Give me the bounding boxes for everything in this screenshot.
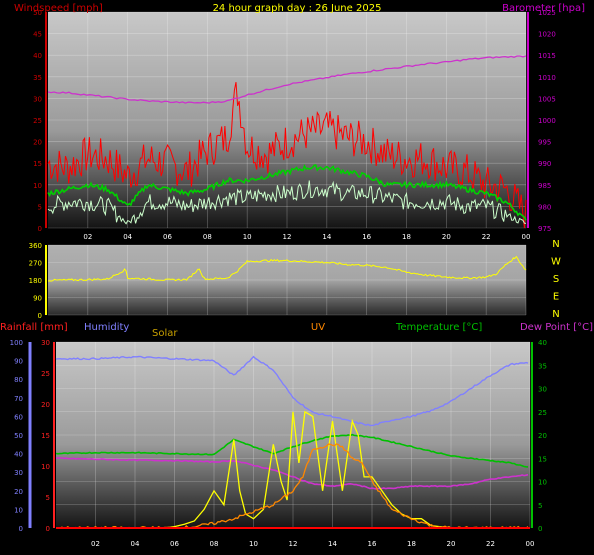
temperature-tick-label: 25 [538, 409, 547, 417]
wind-hour-label: 10 [243, 233, 252, 241]
humidity-tick-label: 20 [14, 488, 23, 496]
temp-hour-label: 20 [447, 540, 456, 548]
wind-tick-label: 35 [33, 74, 42, 82]
temp-hour-label: 12 [289, 540, 298, 548]
wind-hour-label: 08 [203, 233, 212, 241]
wind-axis-title: Windspeed [mph] [14, 3, 103, 14]
rainfall-axis-title: Rainfall [mm] [0, 322, 68, 333]
rainfall-tick-label: 15 [41, 432, 50, 440]
wind-hour-label: 02 [83, 233, 92, 241]
compass-label: S [553, 274, 559, 285]
humidity-tick-label: 0 [19, 525, 23, 533]
temp-hour-label: 16 [368, 540, 377, 548]
temp-hour-label: 00 [526, 540, 535, 548]
rainfall-tick-label: 20 [41, 401, 50, 409]
compass-label: E [553, 292, 559, 303]
humidity-tick-label: 70 [14, 395, 23, 403]
compass-label: W [551, 257, 561, 268]
wind-hour-label: 22 [482, 233, 491, 241]
solar-legend: Solar [152, 328, 178, 339]
direction-tick-label: 270 [29, 260, 42, 268]
wind-hour-label: 12 [283, 233, 292, 241]
rainfall-tick-label: 0 [46, 525, 50, 533]
temp-hour-label: 04 [131, 540, 140, 548]
temp-hour-label: 08 [210, 540, 219, 548]
wind-tick-label: 40 [33, 52, 42, 60]
rainfall-tick-label: 30 [41, 339, 50, 347]
barometer-tick-label: 990 [538, 160, 551, 168]
wind-tick-label: 15 [33, 160, 42, 168]
temperature-tick-label: 30 [538, 386, 547, 394]
barometer-tick-label: 975 [538, 225, 551, 233]
temperature-tick-label: 5 [538, 502, 542, 510]
barometer-tick-label: 1000 [538, 117, 556, 125]
humidity-tick-label: 100 [10, 339, 23, 347]
humidity-tick-label: 10 [14, 506, 23, 514]
barometer-axis-title: Barometer [hpa] [502, 3, 585, 14]
barometer-tick-label: 985 [538, 182, 551, 190]
humidity-tick-label: 90 [14, 358, 23, 366]
temperature-tick-label: 40 [538, 339, 547, 347]
temp-hour-label: 18 [407, 540, 416, 548]
barometer-tick-label: 995 [538, 139, 551, 147]
temperature-tick-label: 15 [538, 455, 547, 463]
humidity-tick-label: 50 [14, 432, 23, 440]
wind-tick-label: 0 [38, 225, 42, 233]
temperature-axis-title: Temperature [°C] [395, 322, 482, 333]
temperature-tick-label: 0 [538, 525, 542, 533]
humidity-tick-label: 30 [14, 469, 23, 477]
compass-label: N [552, 309, 559, 320]
wind-tick-label: 45 [33, 31, 42, 39]
humidity-tick-label: 60 [14, 413, 23, 421]
wind-hour-label: 18 [402, 233, 411, 241]
dew-point-axis-title: Dew Point [°C] [520, 322, 593, 333]
wind-tick-label: 25 [33, 117, 42, 125]
wind-tick-label: 5 [38, 203, 42, 211]
barometer-tick-label: 1020 [538, 31, 556, 39]
temp-hour-label: 06 [170, 540, 179, 548]
rainfall-tick-label: 5 [46, 494, 50, 502]
wind-tick-label: 30 [33, 95, 42, 103]
uv-legend: UV [311, 322, 325, 333]
direction-tick-label: 360 [29, 242, 42, 250]
rainfall-tick-label: 25 [41, 370, 50, 378]
direction-tick-label: 90 [33, 295, 42, 303]
wind-hour-label: 04 [123, 233, 132, 241]
rainfall-tick-label: 10 [41, 463, 50, 471]
compass-label: N [552, 239, 559, 250]
temp-hour-label: 22 [486, 540, 495, 548]
temp-hour-label: 10 [249, 540, 258, 548]
barometer-tick-label: 1010 [538, 74, 556, 82]
temperature-tick-label: 20 [538, 432, 547, 440]
barometer-tick-label: 980 [538, 203, 551, 211]
wind-hour-label: 14 [322, 233, 331, 241]
humidity-tick-label: 80 [14, 376, 23, 384]
humidity-tick-label: 40 [14, 451, 23, 459]
temperature-tick-label: 10 [538, 479, 547, 487]
temp-hour-label: 14 [328, 540, 337, 548]
weather-graph: 0510152025303540455097598098599099510001… [0, 3, 593, 548]
temperature-tick-label: 35 [538, 362, 547, 370]
barometer-tick-label: 1015 [538, 52, 556, 60]
wind-hour-label: 20 [442, 233, 451, 241]
wind-tick-label: 10 [33, 182, 42, 190]
wind-hour-label: 06 [163, 233, 172, 241]
direction-tick-label: 180 [29, 277, 42, 285]
wind-hour-label: 00 [522, 233, 531, 241]
barometer-tick-label: 1005 [538, 95, 556, 103]
direction-tick-label: 0 [38, 312, 42, 320]
wind-hour-label: 16 [362, 233, 371, 241]
wind-tick-label: 20 [33, 139, 42, 147]
humidity-legend: Humidity [84, 322, 129, 333]
temp-hour-label: 02 [91, 540, 100, 548]
chart-title: 24 hour graph day : 26 June 2025 [213, 3, 382, 14]
